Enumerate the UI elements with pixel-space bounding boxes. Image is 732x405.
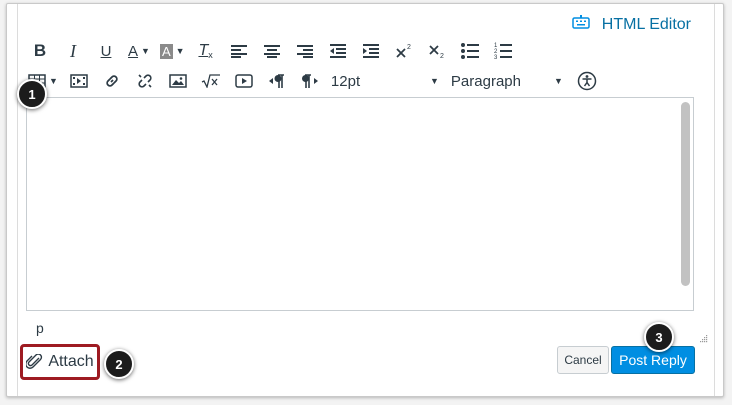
play-icon [235,74,253,88]
superscript-button[interactable]: 2 [392,38,416,64]
numbered-list-icon: 123 [494,43,512,60]
chevron-down-icon: ▼ [554,76,563,86]
subscript-icon: 2 [428,45,444,59]
block-format-select[interactable]: Paragraph ▼ [451,68,563,94]
html-editor-label[interactable]: HTML Editor [602,16,691,34]
html-editor-toggle[interactable]: HTML Editor [572,15,691,34]
font-size-select[interactable]: 12pt ▼ [331,68,439,94]
bulleted-list-icon [460,43,479,59]
align-left-icon [230,45,247,58]
chevron-down-icon: ▼ [430,76,439,86]
image-button[interactable] [166,68,190,94]
font-size-value: 12pt [330,72,361,90]
underline-label: U [100,42,112,60]
align-right-button[interactable] [293,38,317,64]
keyboard-icon[interactable] [572,15,590,34]
subscript-button[interactable]: 2 [425,38,449,64]
outdent-button[interactable] [326,38,350,64]
link-icon [106,75,118,87]
attach-button[interactable]: Attach [20,344,100,380]
indent-button[interactable] [359,38,383,64]
chevron-down-icon: ▼ [141,46,150,56]
italic-button[interactable]: I [61,38,85,64]
ltr-button[interactable] [265,68,289,94]
chevron-down-icon: ▼ [49,76,58,86]
equation-button[interactable] [199,68,223,94]
svg-text:3: 3 [494,55,498,60]
toolbar-row-insert: ▼ 12pt ▼ Paragraph ▼ [28,68,608,94]
italic-label: I [70,40,76,61]
bold-button[interactable]: B [28,38,52,64]
superscript-icon: 2 [395,44,411,58]
link-button[interactable] [100,68,124,94]
numbered-list-button[interactable]: 123 [491,38,515,64]
media-button[interactable] [67,68,91,94]
embed-video-button[interactable] [232,68,256,94]
underline-button[interactable]: U [94,38,118,64]
chevron-down-icon: ▼ [175,46,185,56]
indent-icon [362,44,379,58]
align-center-icon [263,45,280,58]
resize-handle-icon[interactable] [699,334,708,343]
svg-text:2: 2 [407,44,411,51]
film-icon [70,74,88,88]
callout-marker-2: 2 [104,349,134,379]
callout-marker-3: 3 [644,322,674,352]
block-format-value: Paragraph [450,72,521,90]
background-color-label: A [160,43,173,59]
paperclip-icon [26,354,43,369]
cancel-button[interactable]: Cancel [557,346,609,374]
background-color-button[interactable]: A ▼ [160,38,185,64]
ltr-pilcrow-icon [268,74,284,88]
accessibility-button[interactable] [575,68,599,94]
bulleted-list-button[interactable] [458,38,482,64]
clear-formatting-button[interactable]: T x [194,38,218,64]
toolbar-row-formatting: B I U A ▼ A ▼ T x 2 2 123 [28,38,524,64]
clear-x-icon: x [208,50,213,60]
accessibility-icon [577,71,597,91]
element-path[interactable]: p [36,320,44,336]
text-color-button[interactable]: A ▼ [127,38,151,64]
align-center-button[interactable] [260,38,284,64]
text-color-label: A [128,42,139,60]
square-root-icon [201,74,220,88]
attach-label: Attach [48,353,94,370]
bold-label: B [33,41,47,60]
align-right-icon [296,45,313,58]
align-left-button[interactable] [227,38,251,64]
unlink-button[interactable] [133,68,157,94]
rtl-pilcrow-icon [301,74,318,88]
clear-formatting-label: T [198,42,209,59]
callout-marker-1: 1 [17,79,47,109]
rich-text-editor[interactable] [26,97,694,311]
rtl-button[interactable] [298,68,322,94]
unlink-icon [138,74,152,88]
editor-scrollbar[interactable] [681,102,690,286]
svg-text:2: 2 [440,53,444,59]
image-icon [169,74,187,88]
outdent-icon [329,44,346,58]
